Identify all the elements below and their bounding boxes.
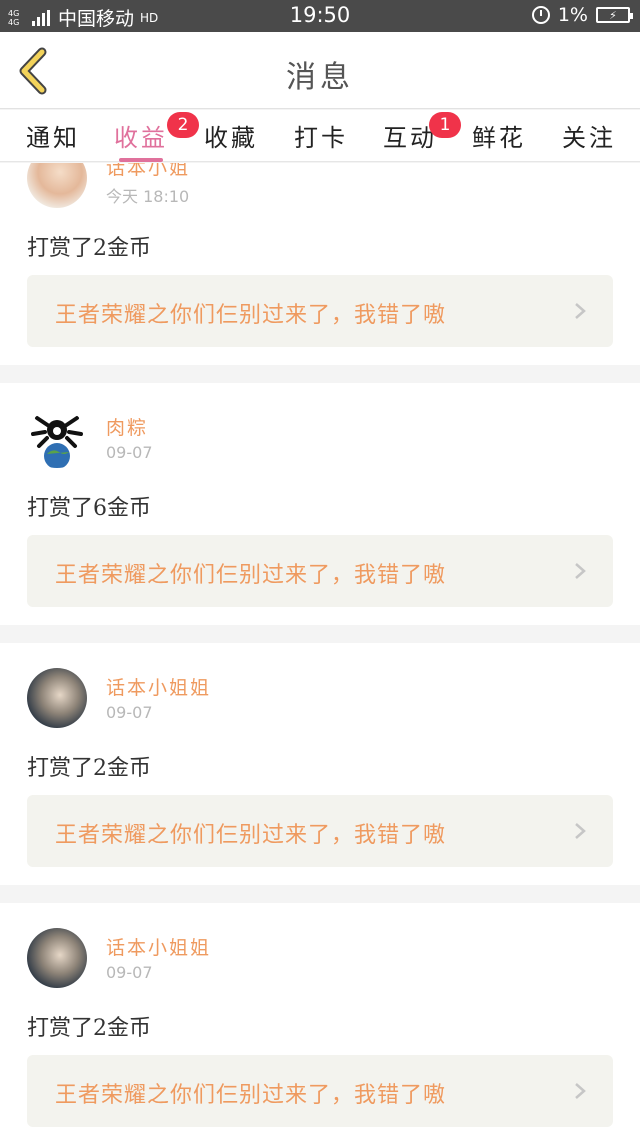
battery-charging-icon: ⚡	[596, 7, 633, 23]
message-card: 话本小姐姐 09-07 打赏了2金币 王者荣耀之你们仨别过来了，我错了嗷	[0, 643, 640, 885]
post-title: 王者荣耀之你们仨别过来了，我错了嗷	[55, 823, 447, 848]
status-right: 1% ⚡	[531, 4, 633, 26]
post-link[interactable]: 王者荣耀之你们仨别过来了，我错了嗷	[27, 535, 613, 607]
avatar-image	[31, 416, 83, 468]
user-avatar[interactable]	[27, 408, 87, 468]
tab-follow[interactable]: 关注	[562, 118, 616, 162]
chevron-right-icon	[575, 823, 586, 839]
user-avatar[interactable]	[27, 928, 87, 988]
active-tab-indicator	[119, 158, 163, 162]
post-title: 王者荣耀之你们仨别过来了，我错了嗷	[55, 563, 447, 588]
tab-label: 关注	[562, 124, 616, 152]
reward-text: 打赏了2金币	[27, 1016, 151, 1041]
user-name[interactable]: 话本小姐姐	[106, 933, 211, 960]
tab-label: 收益	[114, 124, 168, 152]
tab-favorites[interactable]: 收藏	[204, 118, 258, 162]
tab-checkin[interactable]: 打卡	[294, 118, 348, 162]
post-link[interactable]: 王者荣耀之你们仨别过来了，我错了嗷	[27, 1055, 613, 1127]
chevron-right-icon	[575, 303, 586, 319]
badge-earnings: 2	[167, 112, 199, 138]
reward-text: 打赏了2金币	[27, 756, 151, 781]
post-title: 王者荣耀之你们仨别过来了，我错了嗷	[55, 303, 447, 328]
post-title: 王者荣耀之你们仨别过来了，我错了嗷	[55, 1083, 447, 1108]
message-card: 肉粽 09-07 打赏了6金币 王者荣耀之你们仨别过来了，我错了嗷	[0, 383, 640, 625]
post-link[interactable]: 王者荣耀之你们仨别过来了，我错了嗷	[27, 275, 613, 347]
status-bar: 4G 4G 中国移动 HD 19:50 1% ⚡	[0, 0, 640, 32]
message-time: 09-07	[106, 443, 153, 462]
page-title: 消息	[286, 60, 354, 95]
post-link[interactable]: 王者荣耀之你们仨别过来了，我错了嗷	[27, 795, 613, 867]
header: 消息	[0, 32, 640, 109]
chevron-right-icon	[575, 563, 586, 579]
reward-text: 打赏了2金币	[27, 236, 151, 261]
message-time: 09-07	[106, 963, 153, 982]
message-card: 话本小姐姐 09-07 打赏了2金币 王者荣耀之你们仨别过来了，我错了嗷	[0, 903, 640, 1138]
tab-earnings[interactable]: 收益 2	[113, 112, 199, 162]
message-list: 话本小姐 今天 18:10 打赏了2金币 王者荣耀之你们仨别过来了，我错了嗷 肉…	[0, 163, 640, 1138]
tab-label: 通知	[26, 124, 80, 152]
tab-flowers[interactable]: 鲜花	[472, 118, 526, 162]
battery-percent: 1%	[557, 4, 588, 26]
tab-interaction[interactable]: 互动 1	[383, 112, 461, 162]
user-avatar[interactable]	[27, 668, 87, 728]
chevron-right-icon	[575, 1083, 586, 1099]
tab-bar: 通知 收益 2 收藏 打卡 互动 1 鲜花 关注	[0, 110, 640, 162]
message-time: 09-07	[106, 703, 153, 722]
user-name[interactable]: 话本小姐姐	[106, 673, 211, 700]
user-name[interactable]: 话本小姐	[106, 163, 190, 180]
badge-interaction: 1	[429, 112, 461, 138]
tab-label: 鲜花	[472, 124, 526, 152]
alarm-icon	[531, 6, 550, 24]
user-name[interactable]: 肉粽	[106, 413, 148, 440]
message-card: 话本小姐 今天 18:10 打赏了2金币 王者荣耀之你们仨别过来了，我错了嗷	[0, 163, 640, 365]
tab-notifications[interactable]: 通知	[26, 118, 80, 162]
reward-text: 打赏了6金币	[27, 496, 151, 521]
tab-label: 打卡	[294, 124, 348, 152]
user-avatar[interactable]	[27, 163, 87, 208]
message-time: 今天 18:10	[106, 187, 190, 206]
tab-label: 收藏	[204, 124, 258, 152]
